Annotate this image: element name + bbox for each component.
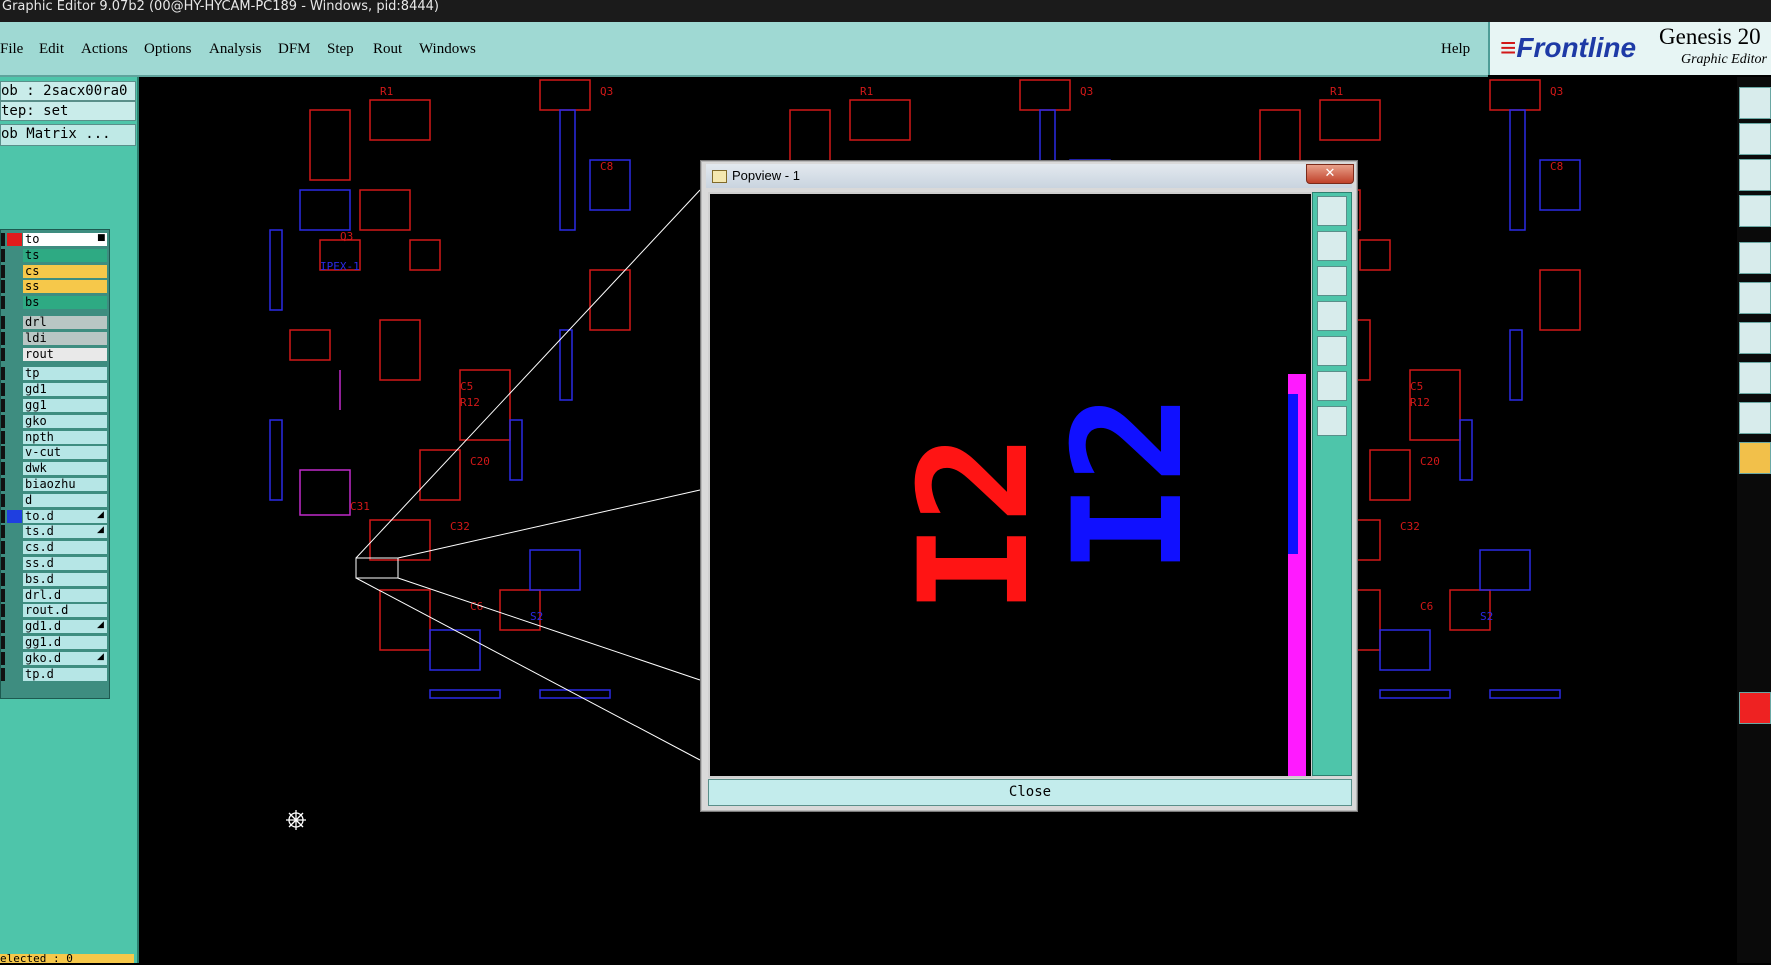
- close-button[interactable]: Close: [708, 779, 1352, 806]
- zoom-leader-line: [397, 577, 701, 681]
- surface-tool-icon[interactable]: [1739, 362, 1771, 394]
- zoom-fit-icon[interactable]: [1317, 196, 1347, 226]
- zoomed-view: I2 I2: [888, 374, 1306, 776]
- pad-tool-icon[interactable]: [1739, 242, 1771, 274]
- right-toolbar: [1737, 77, 1771, 963]
- color-indicator-icon: [1739, 692, 1771, 724]
- resize-tool-icon[interactable]: [1739, 159, 1771, 191]
- pan-left-icon[interactable]: [1317, 301, 1347, 331]
- crosshair-cursor-icon: [286, 810, 306, 830]
- zoom-leader-line: [355, 577, 701, 761]
- close-icon[interactable]: ✕: [1306, 164, 1354, 184]
- popview-app-icon: [712, 170, 727, 183]
- zoom-out-icon[interactable]: [1317, 406, 1347, 436]
- pan-right-icon[interactable]: [1317, 336, 1347, 366]
- rotate-tool-icon[interactable]: [1739, 195, 1771, 227]
- zoom-leader-line: [355, 189, 701, 559]
- zoomed-label-red: I2: [888, 433, 1062, 614]
- pan-down-icon[interactable]: [1317, 266, 1347, 296]
- move-tool-icon[interactable]: [1739, 123, 1771, 155]
- popview-dialog: Popview - 1 ✕ I2 I2 Close: [700, 160, 1358, 812]
- copy-tool-icon[interactable]: [1739, 87, 1771, 119]
- popview-canvas[interactable]: I2 I2: [708, 192, 1313, 778]
- pan-up-icon[interactable]: [1317, 231, 1347, 261]
- polygon-tool-icon[interactable]: [1739, 402, 1771, 434]
- zoom-region: [355, 557, 399, 579]
- blue-trace: [1288, 394, 1298, 554]
- pcb-board-1: [269, 79, 631, 699]
- select-pointer-icon[interactable]: [1739, 442, 1771, 474]
- popview-title: Popview - 1: [732, 168, 800, 183]
- zoomed-label-blue: I2: [1042, 393, 1216, 574]
- zoom-in-icon[interactable]: [1317, 371, 1347, 401]
- connect-tool-icon[interactable]: [1739, 282, 1771, 314]
- line-tool-icon[interactable]: [1739, 322, 1771, 354]
- popview-toolbar: [1312, 192, 1352, 776]
- popview-titlebar[interactable]: Popview - 1 ✕: [706, 164, 1354, 188]
